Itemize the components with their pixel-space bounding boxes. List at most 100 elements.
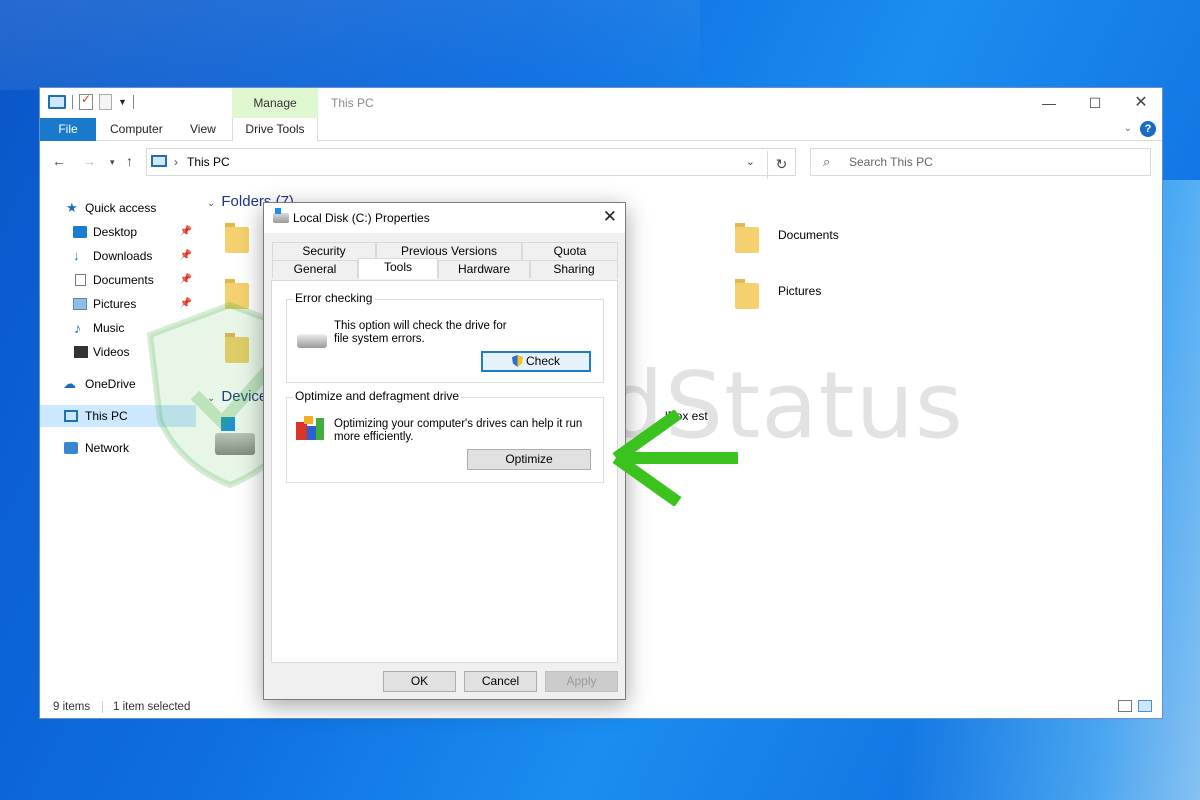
tab-computer[interactable]: Computer xyxy=(110,118,163,141)
error-checking-title: Error checking xyxy=(293,291,375,305)
hard-drive-icon xyxy=(297,334,327,348)
computer-icon xyxy=(48,95,66,109)
expand-ribbon-icon[interactable]: ⌄ xyxy=(1124,123,1132,134)
folder-label[interactable]: Pictures xyxy=(778,284,821,298)
window-title: This PC xyxy=(331,96,374,110)
pin-icon: 📌 xyxy=(179,226,192,237)
check-button-label: Check xyxy=(525,354,560,368)
music-icon: ♪ xyxy=(74,320,81,336)
address-bar[interactable]: › This PC ⌄ ↻ xyxy=(146,148,796,179)
recent-locations-chevron-icon[interactable]: ▾ xyxy=(110,157,115,168)
sidebar-item-label: Downloads xyxy=(93,249,153,263)
properties-dialog: Local Disk (C:) Properties ✕ Security Pr… xyxy=(263,202,626,700)
sidebar-item-label: Network xyxy=(85,441,130,455)
refresh-icon[interactable]: ↻ xyxy=(767,151,795,179)
search-placeholder[interactable]: Search This PC xyxy=(849,155,933,169)
sidebar-item-label: OneDrive xyxy=(85,377,136,391)
star-icon: ★ xyxy=(66,200,78,215)
close-icon[interactable]: ✕ xyxy=(603,207,617,227)
sidebar-item-pictures[interactable]: Pictures 📌 xyxy=(40,293,196,315)
tab-tools[interactable]: Tools xyxy=(358,258,438,279)
sidebar-item-music[interactable]: ♪ Music xyxy=(40,317,196,339)
folder-documents[interactable] xyxy=(735,223,761,253)
collapse-chevron-icon[interactable]: ⌄ xyxy=(207,198,215,209)
pictures-icon xyxy=(73,298,87,310)
sidebar-item-videos[interactable]: Videos xyxy=(40,341,196,363)
chevron-right-icon[interactable]: › xyxy=(174,155,178,169)
maximize-button[interactable]: ☐ xyxy=(1072,92,1118,114)
sidebar-item-label: Music xyxy=(93,321,125,335)
sidebar-item-label: This PC xyxy=(85,409,128,423)
tab-general[interactable]: General xyxy=(272,260,358,278)
sidebar-item-label: Pictures xyxy=(93,297,137,311)
sidebar-item-label: Documents xyxy=(93,273,154,287)
large-icons-view-icon[interactable] xyxy=(1138,700,1152,712)
download-icon: ↓ xyxy=(73,248,80,263)
help-icon[interactable]: ? xyxy=(1140,121,1156,137)
defragment-icon xyxy=(296,416,324,440)
optimize-button[interactable]: Optimize xyxy=(467,449,591,470)
cancel-button[interactable]: Cancel xyxy=(464,671,537,692)
status-divider xyxy=(102,701,103,713)
folder-downloads[interactable] xyxy=(225,279,251,309)
sidebar-item-quick-access[interactable]: ★ Quick access xyxy=(40,197,196,219)
back-arrow-icon[interactable]: ← xyxy=(52,153,66,169)
properties-icon[interactable] xyxy=(79,92,93,110)
sidebar-item-label: Videos xyxy=(93,345,130,359)
computer-icon xyxy=(64,410,78,422)
sidebar-item-desktop[interactable]: Desktop 📌 xyxy=(40,221,196,243)
cloud-icon: ☁ xyxy=(63,376,76,391)
address-dropdown-icon[interactable]: ⌄ xyxy=(746,155,755,168)
tab-hardware[interactable]: Hardware xyxy=(438,260,530,278)
navigation-pane: ★ Quick access Desktop 📌 ↓ Downloads 📌 D… xyxy=(40,183,196,693)
sidebar-item-downloads[interactable]: ↓ Downloads 📌 xyxy=(40,245,196,267)
address-location[interactable]: This PC xyxy=(187,155,230,169)
dialog-title-bar[interactable]: Local Disk (C:) Properties ✕ xyxy=(264,203,625,233)
apply-button[interactable]: Apply xyxy=(545,671,618,692)
selection-count: 1 item selected xyxy=(113,701,191,713)
folder-pictures[interactable] xyxy=(735,279,761,309)
tab-view[interactable]: View xyxy=(190,118,216,141)
view-switcher xyxy=(1118,700,1152,712)
folder-videos[interactable] xyxy=(225,333,251,363)
up-arrow-icon[interactable]: ↑ xyxy=(126,153,133,169)
drive-icon xyxy=(273,208,289,223)
pin-icon: 📌 xyxy=(179,250,192,261)
sidebar-item-this-pc[interactable]: This PC xyxy=(40,405,196,427)
tab-drive-tools[interactable]: Drive Tools xyxy=(232,118,318,141)
forward-arrow-icon[interactable]: → xyxy=(82,153,96,169)
tab-sharing[interactable]: Sharing xyxy=(530,260,618,278)
ok-button[interactable]: OK xyxy=(383,671,456,692)
new-folder-icon[interactable] xyxy=(99,94,112,110)
tab-quota[interactable]: Quota xyxy=(522,242,618,260)
quick-access-toolbar: ▼ xyxy=(48,92,134,110)
document-icon xyxy=(75,274,86,286)
title-bar[interactable]: ▼ Manage This PC — ☐ ✕ xyxy=(40,88,1164,140)
folder-3d-objects[interactable] xyxy=(225,223,251,253)
close-button[interactable]: ✕ xyxy=(1118,92,1164,114)
videos-icon xyxy=(74,346,88,358)
tab-file[interactable]: File xyxy=(40,118,96,141)
customize-toolbar-dropdown-icon[interactable]: ▼ xyxy=(118,97,127,107)
collapse-chevron-icon[interactable]: ⌄ xyxy=(207,393,215,404)
local-disk-drive[interactable] xyxy=(215,415,255,459)
sidebar-item-network[interactable]: Network xyxy=(40,437,196,459)
search-box[interactable]: ⌕ Search This PC xyxy=(810,148,1151,176)
sidebar-item-documents[interactable]: Documents 📌 xyxy=(40,269,196,291)
sidebar-item-onedrive[interactable]: ☁ OneDrive xyxy=(40,373,196,395)
hard-drive-icon xyxy=(215,433,255,455)
minimize-button[interactable]: — xyxy=(1026,92,1072,114)
computer-icon xyxy=(151,155,167,167)
check-button[interactable]: Check xyxy=(481,351,591,372)
details-view-icon[interactable] xyxy=(1118,700,1132,712)
pin-icon: 📌 xyxy=(179,274,192,285)
address-row: ← → ▾ ↑ › This PC ⌄ ↻ ⌕ Search This PC xyxy=(40,146,1162,179)
error-checking-description: This option will check the drive for fil… xyxy=(334,320,507,345)
pin-icon: 📌 xyxy=(179,298,192,309)
devices-section-header[interactable]: ⌄ Device xyxy=(207,388,267,405)
folder-label[interactable]: Documents xyxy=(778,228,839,242)
manage-context-label: Manage xyxy=(253,96,297,110)
network-icon xyxy=(64,442,78,454)
sidebar-item-label: Desktop xyxy=(93,225,138,239)
partial-drive-label[interactable]: lBox est xyxy=(665,409,708,423)
